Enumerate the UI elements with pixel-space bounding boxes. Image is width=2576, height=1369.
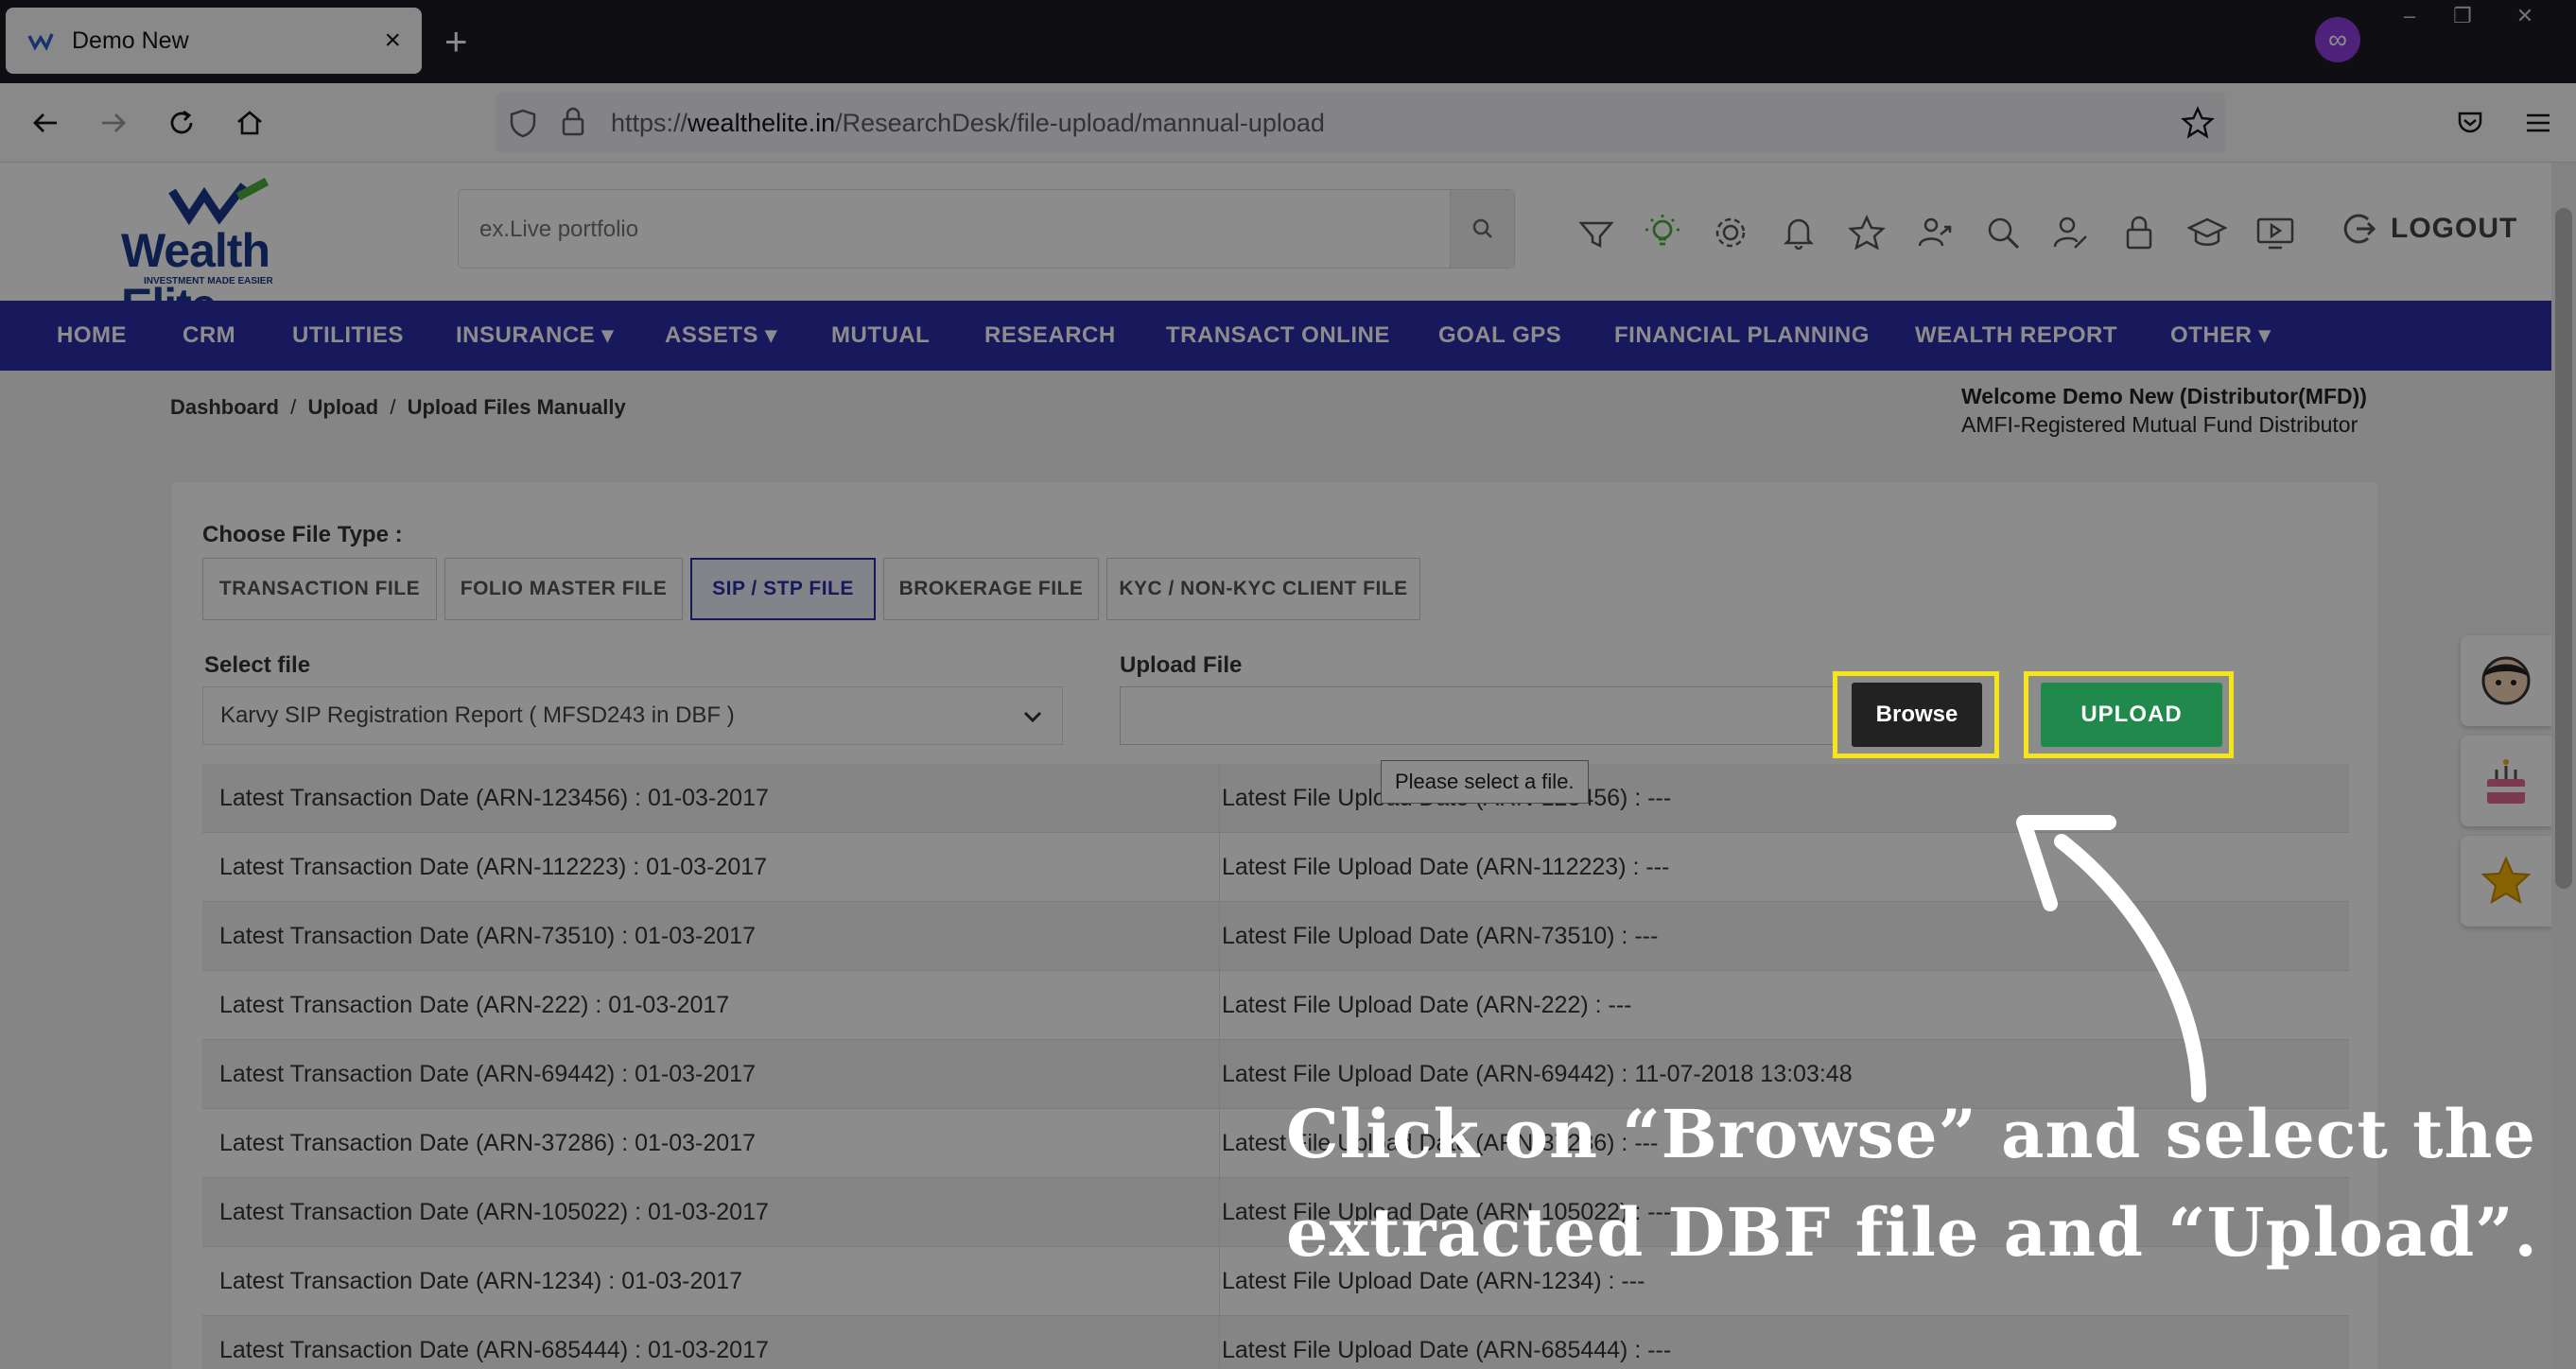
upload-button[interactable]: UPLOAD bbox=[2041, 683, 2222, 747]
annotation-caption: Click on “Browse” and select the extract… bbox=[1286, 1085, 2572, 1282]
browse-button[interactable]: Browse bbox=[1852, 683, 1982, 747]
caption-line-2: extracted DBF file and “Upload”. bbox=[1286, 1193, 2538, 1272]
caption-line-1: Click on “Browse” and select the bbox=[1286, 1095, 2536, 1173]
annotation-arrow-icon bbox=[2016, 815, 2206, 1102]
